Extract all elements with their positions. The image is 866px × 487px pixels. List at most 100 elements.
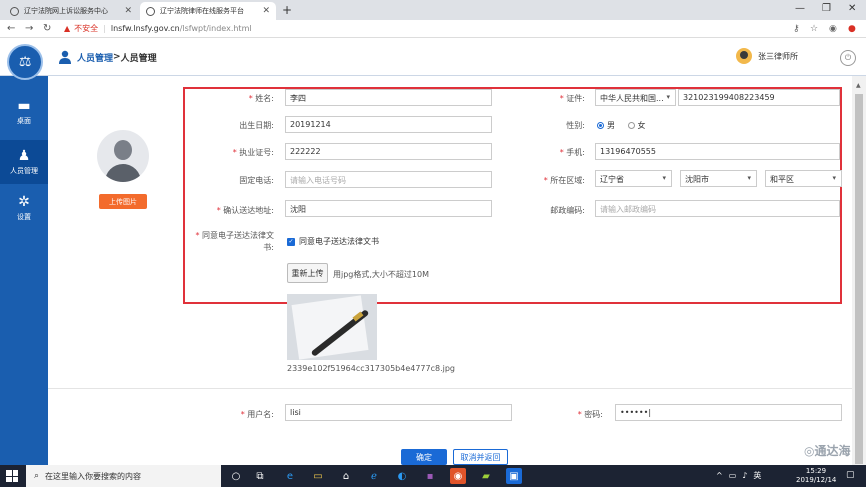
upload-photo-button[interactable]: 上传图片: [99, 194, 147, 209]
minimize-icon[interactable]: —: [795, 3, 805, 14]
volume-icon[interactable]: ♪: [742, 471, 747, 480]
close-icon[interactable]: ✕: [124, 6, 132, 16]
chevron-up-icon[interactable]: ^: [716, 471, 723, 480]
notification-icon[interactable]: ▢: [846, 470, 855, 480]
app3-icon[interactable]: ▣: [506, 468, 522, 484]
desktop-icon: ▬: [17, 97, 31, 114]
mobile-input[interactable]: 13196470555: [595, 143, 840, 160]
reupload-button[interactable]: 重新上传: [287, 263, 328, 283]
logout-button[interactable]: ⏻: [840, 50, 856, 66]
sidebar-item-desktop[interactable]: ▬ 桌面: [0, 90, 48, 134]
store-icon[interactable]: ⌂: [338, 468, 354, 484]
district-select[interactable]: 和平区: [765, 170, 842, 187]
region-label: 所在区域:: [510, 175, 585, 186]
key-icon[interactable]: ⚷: [793, 24, 800, 34]
url-field[interactable]: ▲ 不安全 | lnsfw.lnsfy.gov.cn /lsfwpt/index…: [64, 23, 252, 34]
scroll-up-icon[interactable]: ▲: [856, 82, 861, 89]
landline-input[interactable]: 请输入电话号码: [285, 171, 492, 188]
license-input[interactable]: 222222: [285, 143, 492, 160]
chrome-icon[interactable]: ◉: [450, 468, 466, 484]
city-select[interactable]: 沈阳市: [680, 170, 757, 187]
task-view-icon[interactable]: ⧉: [252, 468, 268, 484]
tab-title: 辽宁法院律师在线服务平台: [160, 7, 244, 15]
person-icon: [59, 50, 71, 64]
user-name: 张三律师所: [758, 51, 798, 61]
gear-icon: ✲: [18, 193, 30, 210]
battery-icon[interactable]: ▭: [729, 471, 737, 480]
confirm-button[interactable]: 确定: [401, 449, 447, 465]
clock[interactable]: 15:29 2019/12/14: [796, 467, 836, 485]
app-icon[interactable]: ▪: [422, 468, 438, 484]
url-path: /lsfwpt/index.html: [179, 24, 252, 33]
sidebar-item-settings[interactable]: ✲ 设置: [0, 186, 48, 230]
vendor-watermark: ◎通达海: [804, 444, 851, 458]
license-label: 执业证号:: [200, 147, 274, 158]
consent-checkbox[interactable]: ✓ 同意电子送达法律文书: [287, 236, 379, 247]
windows-start-icon[interactable]: [6, 470, 18, 482]
new-tab-button[interactable]: +: [282, 3, 292, 17]
document-thumbnail[interactable]: [287, 294, 377, 360]
password-input[interactable]: ••••••|: [615, 404, 842, 421]
browser-icon[interactable]: ◐: [394, 468, 410, 484]
breadcrumb-separator: >: [113, 52, 121, 62]
mobile-label: 手机:: [510, 147, 585, 158]
address-label: 确认送达地址:: [200, 205, 274, 216]
sidebar-item-label: 设置: [17, 212, 31, 221]
tab-title: 辽宁法院网上诉讼服务中心: [24, 7, 108, 15]
edge-icon[interactable]: e: [282, 468, 298, 484]
profile-photo: [97, 130, 149, 182]
divider: [48, 388, 852, 389]
id-type-label: 证件:: [510, 93, 585, 104]
forward-icon[interactable]: →: [25, 23, 33, 34]
globe-icon: [146, 6, 155, 16]
gender-male-radio[interactable]: 男: [597, 121, 615, 130]
url-host: lnsfw.lnsfy.gov.cn: [110, 24, 180, 33]
name-label: 姓名:: [200, 93, 274, 104]
sidebar-item-personnel[interactable]: ♟ 人员管理: [0, 140, 48, 184]
id-type-select[interactable]: 中华人民共和国...: [595, 89, 676, 106]
user-menu[interactable]: 张三律师所: [736, 48, 798, 64]
back-icon[interactable]: ←: [7, 23, 15, 34]
ime-indicator[interactable]: 英: [753, 470, 761, 481]
taskbar-search[interactable]: ⌕ 在这里输入你要搜索的内容: [26, 465, 221, 487]
address-input[interactable]: 沈阳: [285, 200, 492, 217]
close-icon[interactable]: ✕: [262, 6, 270, 16]
court-logo: ⚖: [7, 44, 43, 80]
birthdate-input[interactable]: 20191214: [285, 116, 492, 133]
file-explorer-icon[interactable]: ▭: [310, 468, 326, 484]
gender-female-radio[interactable]: 女: [627, 121, 646, 130]
maximize-icon[interactable]: ❐: [822, 3, 831, 14]
clock-time: 15:29: [805, 467, 827, 475]
username-input[interactable]: lisi: [285, 404, 512, 421]
reload-icon[interactable]: ↻: [43, 23, 51, 34]
cortana-icon[interactable]: ○: [228, 468, 244, 484]
breadcrumb: 人员管理 > 人员管理: [58, 50, 157, 64]
checkmark-icon: ✓: [287, 237, 295, 246]
cancel-return-button[interactable]: 取消并返回: [453, 449, 508, 465]
id-number-input[interactable]: 321023199408223459: [678, 89, 840, 106]
scrollbar-thumb[interactable]: [855, 94, 863, 464]
security-warning: 不安全: [74, 24, 99, 33]
profile-icon[interactable]: ◉: [829, 24, 837, 34]
postcode-label: 邮政编码:: [550, 206, 585, 215]
star-icon[interactable]: ☆: [810, 24, 818, 34]
extension-icon[interactable]: ●: [848, 24, 856, 34]
sidebar: ▬ 桌面 ♟ 人员管理 ✲ 设置: [0, 76, 48, 465]
browser-tab-1[interactable]: 辽宁法院网上诉讼服务中心 ✕: [4, 2, 138, 20]
window-close-icon[interactable]: ✕: [848, 3, 856, 14]
avatar: [736, 48, 752, 64]
ie-icon[interactable]: ℯ: [366, 468, 382, 484]
person-icon: ♟: [17, 147, 31, 164]
taskbar-search-placeholder: 在这里输入你要搜索的内容: [45, 471, 142, 481]
postcode-input[interactable]: 请输入邮政编码: [595, 200, 840, 217]
breadcrumb-root[interactable]: 人员管理: [77, 51, 113, 64]
birthdate-label: 出生日期:: [239, 121, 274, 130]
app2-icon[interactable]: ▰: [478, 468, 494, 484]
browser-tab-2[interactable]: 辽宁法院律师在线服务平台 ✕: [140, 2, 276, 20]
scrollbar[interactable]: ▲: [852, 76, 866, 465]
clock-date: 2019/12/14: [796, 476, 837, 484]
name-input[interactable]: 李四: [285, 89, 492, 106]
username-label: 用户名:: [200, 409, 274, 420]
province-select[interactable]: 辽宁省: [595, 170, 672, 187]
landline-label: 固定电话:: [239, 176, 274, 185]
